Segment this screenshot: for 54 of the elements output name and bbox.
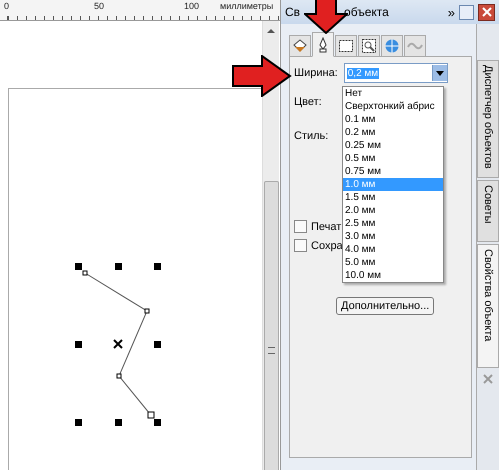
advanced-button[interactable]: Дополнительно... (336, 297, 434, 315)
selection-handle[interactable] (75, 341, 82, 348)
ruler-label: 50 (94, 1, 104, 11)
center-mark-icon[interactable] (113, 339, 123, 349)
color-label: Цвет: (294, 96, 322, 108)
property-tab[interactable] (289, 35, 311, 57)
dropdown-option[interactable]: 10.0 мм (343, 269, 443, 282)
dropdown-option[interactable]: 2.5 мм (343, 217, 443, 230)
selection-handle[interactable] (115, 419, 122, 426)
scroll-up-icon[interactable] (267, 29, 275, 33)
dropdown-option[interactable]: Сверхтонкий абрис (343, 100, 443, 113)
minimize-icon[interactable] (459, 4, 474, 20)
dropdown-option[interactable]: 2.0 мм (343, 204, 443, 217)
magnifier-frame-icon (361, 38, 377, 54)
checkbox[interactable] (294, 239, 307, 252)
dropdown-option[interactable]: 0.1 мм (343, 113, 443, 126)
width-label: Ширина: (294, 67, 338, 79)
side-tab[interactable]: Советы (477, 180, 499, 242)
dropdown-option[interactable]: 0.5 мм (343, 152, 443, 165)
selection-handle[interactable] (154, 341, 161, 348)
side-tab[interactable]: Свойства объекта (477, 244, 499, 368)
dropdown-option[interactable]: 0.2 мм (343, 126, 443, 139)
ruler-unit: миллиметры (220, 1, 274, 11)
frame-icon (338, 38, 354, 54)
selection-handle[interactable] (154, 419, 161, 426)
dropdown-option[interactable]: 0.75 мм (343, 165, 443, 178)
property-tab[interactable] (312, 32, 334, 57)
checkbox-label: Сохра (311, 240, 343, 252)
checkbox[interactable] (294, 220, 307, 233)
dropdown-option[interactable]: 4.0 мм (343, 243, 443, 256)
width-value: 0,2 мм (346, 68, 380, 78)
selection-handle[interactable] (154, 263, 161, 270)
ruler-label: 0 (4, 1, 10, 11)
style-label: Стиль: (294, 130, 328, 142)
close-icon[interactable] (478, 4, 495, 20)
selection-handle[interactable] (75, 263, 82, 270)
side-tab[interactable]: Диспетчер объектов (477, 60, 499, 178)
panel-title: Св (285, 5, 300, 19)
dropdown-option[interactable]: 5.0 мм (343, 256, 443, 269)
selection-handle[interactable] (115, 263, 122, 270)
dropdown-option[interactable]: 0.25 мм (343, 139, 443, 152)
property-tab[interactable] (335, 35, 357, 57)
dropdown-option[interactable]: Нет (343, 87, 443, 100)
panel-title: объекта (344, 5, 389, 19)
property-tab[interactable] (358, 35, 380, 57)
ruler-label: 100 (184, 1, 200, 11)
overflow-button[interactable]: » (448, 4, 455, 20)
selection-handle[interactable] (75, 419, 82, 426)
paint-bucket-icon (292, 38, 308, 54)
checkbox-label: Печат (311, 220, 342, 232)
dropdown-option[interactable]: 3.0 мм (343, 230, 443, 243)
globe-icon (384, 38, 400, 54)
arrow-right-icon (232, 55, 292, 97)
dropdown-option[interactable]: 1.5 мм (343, 191, 443, 204)
